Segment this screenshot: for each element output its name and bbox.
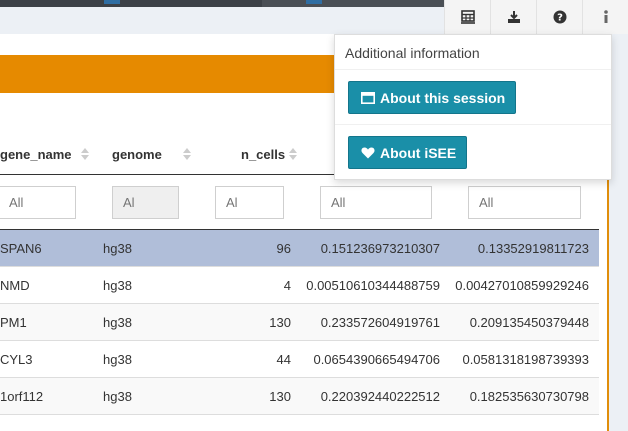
cell-n-cells: 44 xyxy=(276,352,291,367)
cell-value-a: 0.233572604919761 xyxy=(320,315,440,330)
info-icon-button[interactable] xyxy=(582,0,628,34)
about-session-button[interactable]: About this session xyxy=(348,81,517,114)
about-session-label: About this session xyxy=(380,89,506,106)
cell-genome: hg38 xyxy=(103,278,132,293)
cell-value-a: 0.220392440222512 xyxy=(320,389,440,404)
dropdown-divider xyxy=(335,124,611,125)
cell-value-a: 0.151236973210307 xyxy=(320,241,440,256)
window-icon xyxy=(361,91,375,104)
filter-input-n-cells[interactable] xyxy=(215,186,284,219)
navbar-active-tab[interactable] xyxy=(262,0,444,7)
download-icon-button[interactable] xyxy=(490,0,536,34)
tab-marker xyxy=(306,0,322,4)
filter-input-col4[interactable] xyxy=(320,186,432,219)
navbar-icon-group: ? xyxy=(444,0,628,34)
filter-input-gene-name[interactable] xyxy=(0,186,76,219)
cell-genome: hg38 xyxy=(103,241,132,256)
sort-icon[interactable] xyxy=(288,146,298,162)
question-icon: ? xyxy=(553,10,566,24)
sort-icon[interactable] xyxy=(182,146,192,162)
cell-value-b: 0.0581318198739393 xyxy=(462,352,589,367)
table-row[interactable]: PM1 hg38 130 0.233572604919761 0.2091354… xyxy=(0,304,599,341)
dropdown-header: Additional information xyxy=(345,45,480,61)
cell-gene-name: NMD xyxy=(0,278,30,293)
cell-value-a: 0.00510610344488759 xyxy=(306,278,440,293)
panel-header-bar xyxy=(0,55,334,93)
cell-n-cells: 130 xyxy=(269,389,291,404)
cell-gene-name: SPAN6 xyxy=(0,241,42,256)
heart-icon xyxy=(361,147,375,158)
table-row[interactable]: 1orf112 hg38 130 0.220392440222512 0.182… xyxy=(0,378,599,415)
about-isee-label: About iSEE xyxy=(380,144,457,161)
cell-value-b: 0.13352919811723 xyxy=(477,241,589,256)
filter-input-genome xyxy=(112,186,179,219)
cell-value-b: 0.00427010859929246 xyxy=(455,278,589,293)
cell-value-b: 0.209135450379448 xyxy=(469,315,589,330)
dropdown-divider xyxy=(335,69,611,70)
column-header-genome[interactable]: genome xyxy=(112,147,162,162)
panel-border xyxy=(607,180,609,431)
cell-genome: hg38 xyxy=(103,352,132,367)
info-icon xyxy=(603,10,608,23)
table-icon-button[interactable] xyxy=(444,0,490,34)
help-icon-button[interactable]: ? xyxy=(536,0,582,34)
cell-genome: hg38 xyxy=(103,315,132,330)
table-icon xyxy=(460,10,475,24)
about-isee-button[interactable]: About iSEE xyxy=(348,136,468,169)
cell-value-a: 0.0654390665494706 xyxy=(313,352,440,367)
filter-input-col5[interactable] xyxy=(468,186,581,219)
column-header-gene-name[interactable]: gene_name xyxy=(0,147,72,162)
column-header-n-cells[interactable]: n_cells xyxy=(241,147,285,162)
sort-icon[interactable] xyxy=(80,146,90,162)
svg-text:?: ? xyxy=(557,13,563,24)
info-dropdown-menu: Additional information About this sessio… xyxy=(334,34,612,180)
header-divider xyxy=(0,174,334,175)
tab-marker xyxy=(104,0,120,4)
cell-n-cells: 96 xyxy=(276,241,291,256)
cell-gene-name: PM1 xyxy=(0,315,27,330)
table-row[interactable]: NMD hg38 4 0.00510610344488759 0.0042701… xyxy=(0,267,599,304)
cell-value-b: 0.182535630730798 xyxy=(469,389,589,404)
cell-gene-name: CYL3 xyxy=(0,352,33,367)
cell-genome: hg38 xyxy=(103,389,132,404)
cell-gene-name: 1orf112 xyxy=(0,389,44,404)
table-row[interactable]: SPAN6 hg38 96 0.151236973210307 0.133529… xyxy=(0,230,599,267)
table-row[interactable]: CYL3 hg38 44 0.0654390665494706 0.058131… xyxy=(0,341,599,378)
download-icon xyxy=(507,11,520,23)
cell-n-cells: 130 xyxy=(269,315,291,330)
top-navbar: ? xyxy=(0,0,628,34)
cell-n-cells: 4 xyxy=(283,278,291,293)
table-row-partial[interactable] xyxy=(0,415,599,431)
